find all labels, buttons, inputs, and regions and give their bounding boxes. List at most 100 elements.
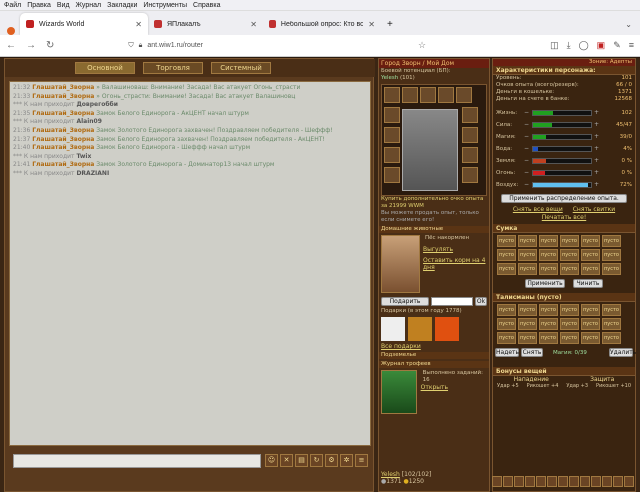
equip-slot[interactable] <box>384 87 400 103</box>
trophy-open-link[interactable]: Открыть <box>421 384 487 391</box>
minus-icon[interactable]: − <box>524 182 530 188</box>
chat-nick[interactable]: Alain09 <box>76 118 101 125</box>
drop-items-link[interactable]: Снять все вещи <box>513 206 563 213</box>
pet-food-link[interactable]: Оставить корм на 4 дня <box>423 257 487 271</box>
bag-cell[interactable]: пусто <box>581 332 600 344</box>
firefox-view-icon[interactable] <box>2 27 20 35</box>
trophy-book-icon[interactable] <box>381 370 417 414</box>
translit-icon[interactable]: ▤ <box>295 454 308 467</box>
minus-icon[interactable]: − <box>524 122 530 128</box>
buy-exp-link[interactable]: Купить дополнительно очко опыта за 21999… <box>379 196 489 210</box>
list-tabs-icon[interactable]: ⌄ <box>625 20 640 35</box>
toolbar-button-icon[interactable] <box>613 476 623 487</box>
repair-button[interactable]: Чинить <box>573 279 603 288</box>
tab-opros[interactable]: Небольшой опрос: Кто во что ✕ <box>263 13 381 35</box>
menu-item[interactable]: Инструменты <box>143 2 187 9</box>
bookmark-star-icon[interactable]: ☆ <box>418 40 426 51</box>
bag-cell[interactable]: пусто <box>539 249 558 261</box>
bag-cell[interactable]: пусто <box>518 249 537 261</box>
bag-cell[interactable]: пусто <box>581 235 600 247</box>
refresh-icon[interactable]: ↻ <box>310 454 323 467</box>
toolbar-button-icon[interactable] <box>514 476 524 487</box>
chat-author[interactable]: Глашатай_Зворна <box>32 127 94 134</box>
shield-icon[interactable]: ⛉ <box>128 42 133 50</box>
plus-icon[interactable]: + <box>594 146 600 152</box>
equip-slot[interactable] <box>462 167 478 183</box>
menu-item[interactable]: Закладки <box>107 2 137 9</box>
bag-cell[interactable]: пусто <box>581 318 600 330</box>
toolbar-button-icon[interactable] <box>558 476 568 487</box>
close-icon[interactable]: ✕ <box>368 20 375 29</box>
toolbar-button-icon[interactable] <box>536 476 546 487</box>
print-all-link[interactable]: Печатать все! <box>542 214 586 221</box>
plus-icon[interactable]: + <box>594 170 600 176</box>
smiley-icon[interactable]: ☺ <box>265 454 278 467</box>
menu-item[interactable]: Справка <box>193 2 220 9</box>
bag-cell[interactable]: пусто <box>560 332 579 344</box>
menu-item[interactable]: Журнал <box>76 2 102 9</box>
chat-author[interactable]: Глашатай_Зворна <box>32 84 94 91</box>
equip-slot[interactable] <box>384 127 400 143</box>
menu-item[interactable]: Правка <box>27 2 51 9</box>
bag-cell[interactable]: пусто <box>602 318 621 330</box>
minus-icon[interactable]: − <box>524 146 530 152</box>
menu-item[interactable]: Вид <box>57 2 70 9</box>
bag-cell[interactable]: пусто <box>602 249 621 261</box>
toolbar-button-icon[interactable] <box>492 476 502 487</box>
equip-slot[interactable] <box>384 147 400 163</box>
footer-nick[interactable]: Yelesh <box>381 471 400 478</box>
chat-author[interactable]: Глашатай_Зворна <box>32 144 94 151</box>
chat-nick[interactable]: Доврегобби <box>76 101 117 108</box>
bag-cell[interactable]: пусто <box>518 304 537 316</box>
plus-icon[interactable]: + <box>594 134 600 140</box>
bag-cell[interactable]: пусто <box>539 304 558 316</box>
bag-cell[interactable]: пусто <box>602 263 621 275</box>
plus-icon[interactable]: + <box>594 110 600 116</box>
gift-select[interactable]: Подарить <box>381 297 429 306</box>
bag-cell[interactable]: пусто <box>560 318 579 330</box>
chat-author[interactable]: Глашатай_Зворна <box>32 161 94 168</box>
bag-cell[interactable]: пусто <box>560 263 579 275</box>
bag-cell[interactable]: пусто <box>497 263 516 275</box>
filter-icon[interactable]: ⚙ <box>325 454 338 467</box>
bag-cell[interactable]: пусто <box>581 263 600 275</box>
bag-cell[interactable]: пусто <box>602 235 621 247</box>
pocket-icon[interactable]: ◫ <box>550 40 559 51</box>
bag-cell[interactable]: пусто <box>539 332 558 344</box>
bag-cell[interactable]: пусто <box>518 318 537 330</box>
bag-cell[interactable]: пусто <box>560 235 579 247</box>
bag-cell[interactable]: пусто <box>497 235 516 247</box>
minus-icon[interactable]: − <box>524 134 530 140</box>
remove-button[interactable]: Снять <box>521 348 543 357</box>
menu-icon[interactable]: ≡ <box>355 454 368 467</box>
drop-scrolls-link[interactable]: Снять свитки <box>573 206 615 213</box>
url-text[interactable]: ant.wiw1.ru/router <box>147 42 203 49</box>
forward-icon[interactable]: → <box>26 40 36 51</box>
bag-cell[interactable]: пусто <box>497 249 516 261</box>
toolbar-button-icon[interactable] <box>624 476 634 487</box>
equip-slot[interactable] <box>384 107 400 123</box>
downloads-icon[interactable]: ⤓ <box>567 40 571 51</box>
all-gifts-link[interactable]: Все подарки <box>379 343 489 350</box>
url-bar[interactable]: ⛉ 🔒︎ ant.wiw1.ru/router <box>128 42 203 50</box>
chat-nick[interactable]: DRAZIANI <box>76 170 109 177</box>
tab-yaplakal[interactable]: ЯПлакалъ ✕ <box>148 13 263 35</box>
apply-exp-button[interactable]: Применить распределение опыта. <box>501 194 627 203</box>
equip-slot[interactable] <box>384 167 400 183</box>
minus-icon[interactable]: − <box>524 110 530 116</box>
plus-icon[interactable]: + <box>594 122 600 128</box>
bag-cell[interactable]: пусто <box>602 304 621 316</box>
bag-cell[interactable]: пусто <box>497 318 516 330</box>
location-title[interactable]: Город Зворн / Мой Дом <box>379 59 489 68</box>
bag-cell[interactable]: пусто <box>539 235 558 247</box>
equip-slot[interactable] <box>462 107 478 123</box>
equip-slot[interactable] <box>420 87 436 103</box>
gift-ok-button[interactable]: Ok <box>475 297 487 306</box>
chat-tab-main[interactable]: Основной <box>75 62 135 74</box>
bag-cell[interactable]: пусто <box>581 304 600 316</box>
minus-icon[interactable]: − <box>524 170 530 176</box>
bag-cell[interactable]: пусто <box>560 304 579 316</box>
chat-author[interactable]: Глашатай_Зворна <box>32 136 94 143</box>
bag-cell[interactable]: пусто <box>518 235 537 247</box>
gift-input[interactable] <box>431 297 473 306</box>
